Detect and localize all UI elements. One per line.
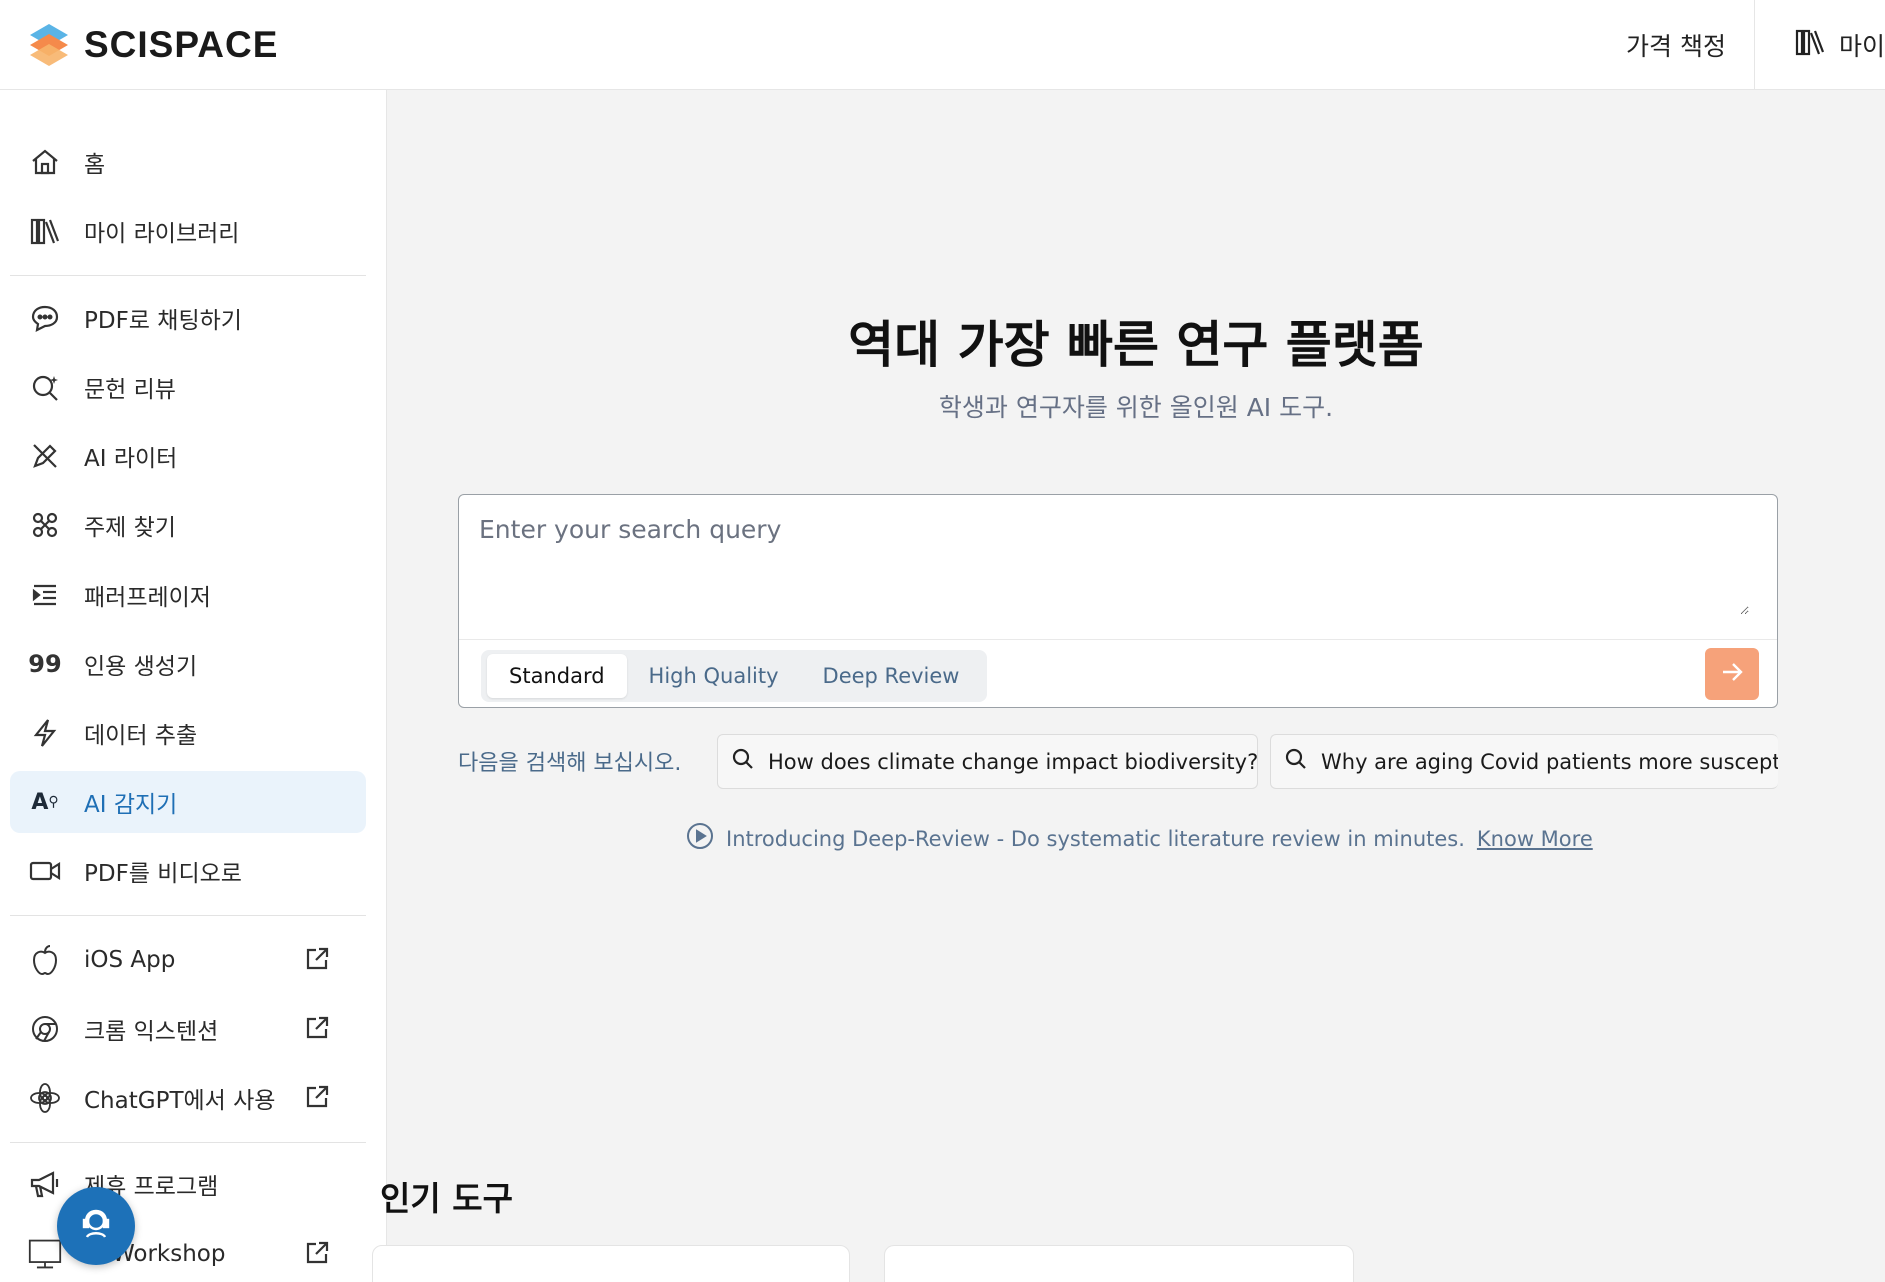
sidebar-item-literature-review[interactable]: 문헌 리뷰 bbox=[10, 356, 366, 418]
sidebar-item-ai-writer[interactable]: AI 라이터 bbox=[10, 425, 366, 487]
sidebar-item-ai-detector[interactable]: A ⚲ AI 감지기 bbox=[10, 771, 366, 833]
pricing-link[interactable]: 가격 책정 bbox=[1598, 0, 1755, 89]
sidebar-item-label: AI 라이터 bbox=[84, 446, 178, 472]
search-input[interactable] bbox=[479, 515, 1749, 615]
search-options-bar: Standard High Quality Deep Review bbox=[459, 639, 1777, 707]
popular-tools-heading: 인기 도구 bbox=[380, 1179, 513, 1218]
help-chat-button[interactable] bbox=[57, 1187, 135, 1265]
sidebar-item-chat-pdf[interactable]: PDF로 채팅하기 bbox=[10, 287, 366, 349]
mode-standard-button[interactable]: Standard bbox=[487, 654, 627, 698]
sidebar-item-label: 마이 라이브러리 bbox=[84, 221, 240, 247]
sidebar-item-my-library[interactable]: 마이 라이브러리 bbox=[10, 200, 366, 262]
workshop-icon bbox=[28, 1237, 62, 1271]
ai-detector-icon: A ⚲ bbox=[31, 789, 59, 815]
sidebar-item-label: 데이터 추출 bbox=[84, 723, 198, 749]
pen-icon bbox=[28, 439, 62, 473]
search-icon bbox=[732, 748, 754, 775]
sidebar-item-home[interactable]: 홈 bbox=[10, 131, 366, 193]
sidebar-item-label: iOS App bbox=[84, 947, 176, 973]
tool-card[interactable] bbox=[372, 1245, 850, 1282]
suggestion-chip[interactable]: Why are aging Covid patients more suscep… bbox=[1270, 734, 1778, 789]
mode-deep-review-button[interactable]: Deep Review bbox=[801, 654, 982, 698]
sidebar-item-pdf-to-video[interactable]: PDF를 비디오로 bbox=[10, 840, 366, 902]
sidebar-item-paraphraser[interactable]: 패러프레이저 bbox=[10, 564, 366, 626]
support-agent-icon bbox=[79, 1207, 113, 1245]
sidebar-item-citation-generator[interactable]: 99 인용 생성기 bbox=[10, 633, 366, 695]
logo-text: SCISPACE bbox=[84, 24, 279, 65]
play-circle-icon bbox=[686, 822, 714, 855]
search-submit-button[interactable] bbox=[1705, 648, 1759, 700]
sidebar-item-label: 문헌 리뷰 bbox=[84, 377, 176, 403]
my-library-link[interactable]: 마이 bbox=[1755, 27, 1885, 63]
sidebar-item-label: 크롬 익스텐션 bbox=[84, 1019, 219, 1045]
sidebar-item-find-topics[interactable]: 주제 찾기 bbox=[10, 494, 366, 556]
chat-icon bbox=[28, 301, 62, 335]
paraphraser-icon bbox=[28, 578, 62, 612]
sidebar-item-ios-app[interactable]: iOS App bbox=[10, 929, 366, 991]
sidebar-item-label: 홈 bbox=[84, 152, 106, 178]
sidebar-item-label: 주제 찾기 bbox=[84, 515, 176, 541]
sidebar: 홈 마이 라이브러리 PDF로 채팅하기 문헌 리뷰 AI 라이터 주제 찾기 bbox=[0, 90, 387, 1282]
megaphone-icon bbox=[28, 1167, 62, 1201]
sidebar-item-chatgpt[interactable]: ChatGPT에서 사용 bbox=[10, 1067, 366, 1129]
scispace-logo-icon bbox=[28, 22, 70, 68]
suggestion-text: How does climate change impact biodivers… bbox=[768, 749, 1258, 774]
external-link-icon bbox=[304, 1084, 332, 1112]
sidebar-item-label: 패러프레이저 bbox=[84, 585, 211, 611]
page-subtitle: 학생과 연구자를 위한 올인원 AI 도구. bbox=[938, 393, 1334, 422]
library-icon bbox=[1795, 28, 1825, 62]
page-title: 역대 가장 빠른 연구 플랫폼 bbox=[848, 316, 1424, 374]
mode-high-quality-button[interactable]: High Quality bbox=[627, 654, 801, 698]
chrome-icon bbox=[28, 1012, 62, 1046]
suggestion-text: Why are aging Covid patients more suscep… bbox=[1321, 749, 1778, 774]
search-box: Standard High Quality Deep Review bbox=[458, 494, 1778, 708]
sidebar-item-label: PDF로 채팅하기 bbox=[84, 308, 242, 334]
sidebar-item-label: PDF를 비디오로 bbox=[84, 861, 242, 887]
sidebar-divider bbox=[10, 275, 366, 276]
external-link-icon bbox=[304, 1240, 332, 1268]
my-library-label: 마이 bbox=[1838, 31, 1885, 61]
external-link-icon bbox=[304, 946, 332, 974]
suggestion-chip[interactable]: How does climate change impact biodivers… bbox=[717, 734, 1258, 789]
quote-icon: 99 bbox=[28, 650, 62, 678]
promo-banner: Introducing Deep-Review - Do systematic … bbox=[686, 822, 1593, 855]
library-icon bbox=[28, 214, 62, 248]
sidebar-item-label: 인용 생성기 bbox=[84, 654, 198, 680]
search-icon bbox=[1285, 748, 1307, 775]
logo[interactable]: SCISPACE bbox=[28, 22, 278, 68]
sidebar-item-label: ChatGPT에서 사용 bbox=[84, 1088, 276, 1114]
sidebar-divider bbox=[10, 915, 366, 916]
topics-icon bbox=[28, 508, 62, 542]
tool-card[interactable] bbox=[884, 1245, 1354, 1282]
openai-icon bbox=[28, 1081, 62, 1115]
sidebar-item-chrome-extension[interactable]: 크롬 익스텐션 bbox=[10, 998, 366, 1060]
external-link-icon bbox=[304, 1015, 332, 1043]
sidebar-item-data-extraction[interactable]: 데이터 추출 bbox=[10, 702, 366, 764]
home-icon bbox=[28, 145, 62, 179]
top-header: SCISPACE 가격 책정 마이 bbox=[0, 0, 1885, 90]
literature-review-icon bbox=[28, 370, 62, 404]
search-mode-toggle: Standard High Quality Deep Review bbox=[481, 650, 988, 702]
promo-text: Introducing Deep-Review - Do systematic … bbox=[726, 826, 1465, 851]
suggestions-label: 다음을 검색해 보십시오. bbox=[458, 751, 682, 776]
apple-icon bbox=[28, 943, 62, 977]
sidebar-divider bbox=[10, 1142, 366, 1143]
video-icon bbox=[28, 854, 62, 888]
arrow-right-icon bbox=[1720, 661, 1744, 687]
lightning-icon bbox=[28, 716, 62, 750]
know-more-link[interactable]: Know More bbox=[1477, 827, 1593, 851]
sidebar-item-label: AI 감지기 bbox=[84, 792, 178, 818]
